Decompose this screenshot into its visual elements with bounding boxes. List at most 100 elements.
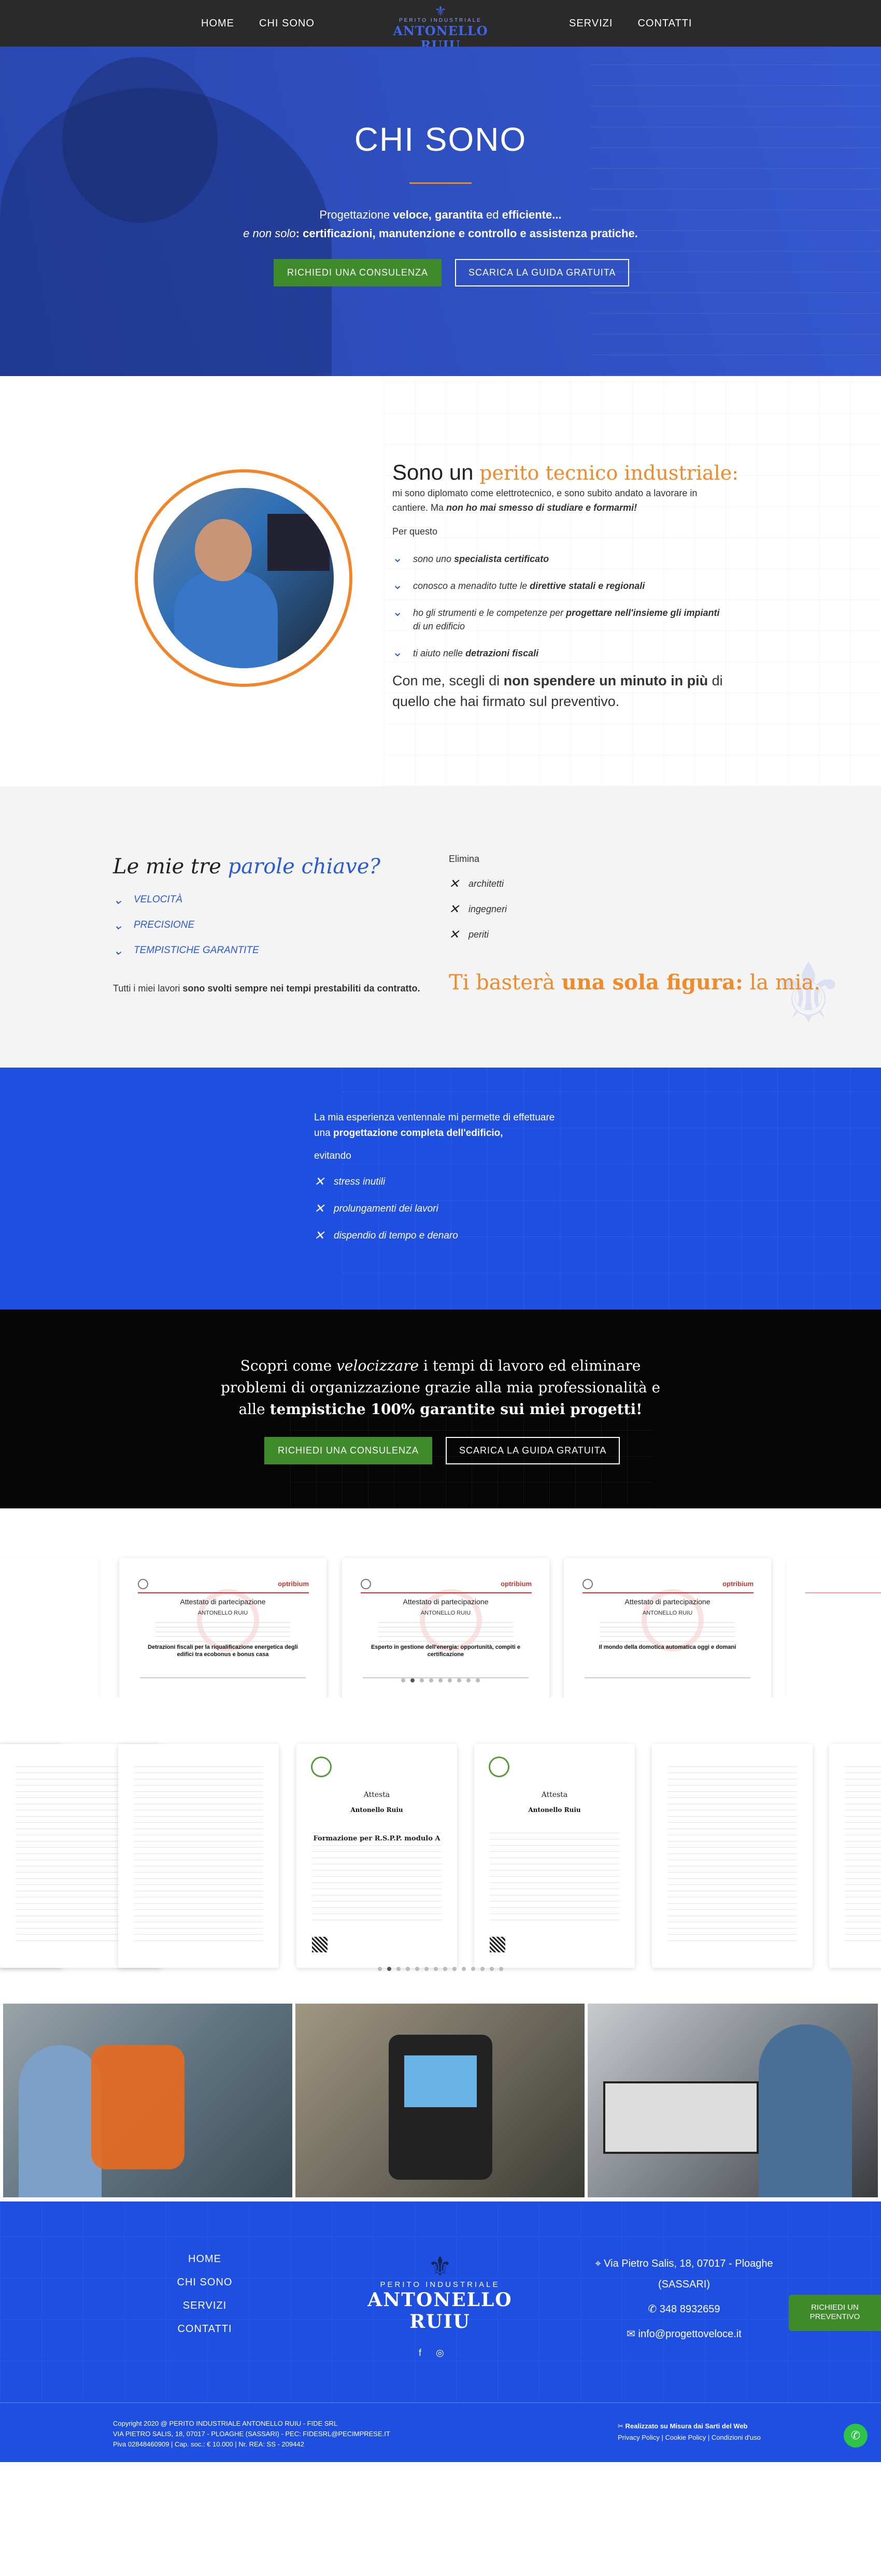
carousel-dot[interactable]: [480, 1967, 485, 1971]
certificates-carousel-2[interactable]: Attesta Antonello Ruiu Formazione per R.…: [0, 1697, 881, 2001]
keywords-tagline: Ti basterà una sola figura: la mia.: [449, 970, 821, 995]
certificates-carousel[interactable]: optribium Attestato di partecipazione AN…: [0, 1508, 881, 1697]
carousel-dot[interactable]: [396, 1967, 401, 1971]
republic-seal-icon: [361, 1579, 371, 1589]
certificate-card[interactable]: Attesta Antonello Ruiu: [474, 1744, 635, 1968]
footer-home-link[interactable]: HOME: [176, 2253, 233, 2265]
experience-band: La mia esperienza ventennale mi permette…: [0, 1068, 881, 1309]
phone[interactable]: ✆ 348 8932659: [575, 2299, 793, 2320]
download-guide-button[interactable]: SCARICA LA GUIDA GRATUITA: [446, 1437, 620, 1464]
nav-servizi-link[interactable]: SERVIZI: [569, 18, 613, 30]
certificate-card[interactable]: [829, 1744, 881, 1968]
request-quote-button[interactable]: RICHIEDI UN PREVENTIVO: [789, 2295, 881, 2331]
email[interactable]: ✉ info@progettoveloce.it: [575, 2324, 793, 2344]
certification-logo-icon: [489, 1757, 509, 1777]
list-item: ⌄ PRECISIONE: [113, 918, 195, 932]
gallery-photo-plotter[interactable]: [588, 2004, 878, 2197]
footer-chi-sono-link[interactable]: CHI SONO: [176, 2277, 233, 2289]
request-consultation-button[interactable]: RICHIEDI UNA CONSULENZA: [274, 259, 442, 286]
mail-icon: ✉: [627, 2328, 638, 2340]
carousel-dot[interactable]: [424, 1967, 429, 1971]
about-section: Sono un perito tecnico industriale: mi s…: [0, 376, 881, 786]
footer: HOME CHI SONO SERVIZI CONTATTI ⚜ PERITO …: [0, 2201, 881, 2402]
footer-contatti-link[interactable]: CONTATTI: [176, 2323, 233, 2335]
list-item: ⌄ ti aiuto nelle detrazioni fiscali: [392, 645, 539, 659]
portrait-photo: [135, 469, 352, 687]
keywords-section: ⚜ Le mie tre parole chiave? ⌄ VELOCITÀ ⌄ P…: [0, 786, 881, 1068]
certificate-card[interactable]: [652, 1744, 813, 1968]
facebook-icon[interactable]: f: [419, 2348, 421, 2358]
carousel-dot[interactable]: [434, 1967, 438, 1971]
carousel-dot[interactable]: [462, 1967, 466, 1971]
nav-chi-sono-link[interactable]: CHI SONO: [259, 18, 315, 30]
certification-logo-icon: [311, 1757, 332, 1777]
footer-servizi-link[interactable]: SERVIZI: [176, 2300, 233, 2312]
policy-links[interactable]: Privacy Policy | Cookie Policy | Condizi…: [618, 2432, 761, 2443]
chevron-down-icon: ⌄: [113, 944, 124, 958]
footer-contacts: ⌖ Via Pietro Salis, 18, 07017 - Ploaghe …: [575, 2253, 793, 2349]
compass-emblem-icon: ⚜: [428, 2252, 452, 2282]
copyright-bar: Copyright 2020 @ PERITO INDUSTRIALE ANTO…: [0, 2402, 881, 2462]
list-item: ✕ dispendio di tempo e denaro: [314, 1229, 458, 1243]
certificate-card[interactable]: [118, 1744, 279, 1968]
keywords-footline: Tutti i miei lavori sono svolti sempre n…: [113, 983, 420, 994]
request-consultation-button[interactable]: RICHIEDI UNA CONSULENZA: [264, 1437, 433, 1464]
download-guide-button[interactable]: SCARICA LA GUIDA GRATUITA: [455, 259, 630, 286]
address: ⌖ Via Pietro Salis, 18, 07017 - Ploaghe …: [595, 2258, 773, 2290]
about-intro: mi sono diplomato come elettrotecnico, e…: [392, 488, 698, 513]
close-icon: ✕: [314, 1229, 325, 1243]
nav-contatti-link[interactable]: CONTATTI: [637, 18, 692, 30]
carousel-dot[interactable]: [476, 1678, 480, 1682]
close-icon: ✕: [314, 1175, 325, 1189]
carousel-dot[interactable]: [471, 1967, 475, 1971]
tailor-logo-icon: ✂: [618, 2422, 626, 2430]
list-item: ⌄ ho gli strumenti e le competenze per pr…: [392, 605, 720, 632]
compass-emblem-icon: ⚜: [434, 3, 447, 19]
instagram-icon[interactable]: ◎: [436, 2348, 444, 2358]
carousel-dot[interactable]: [401, 1678, 405, 1682]
nav-left-group: HOME CHI SONO: [201, 0, 315, 47]
carousel-dot[interactable]: [448, 1678, 452, 1682]
carousel-dot[interactable]: [415, 1967, 419, 1971]
footer-logo[interactable]: ⚜ PERITO INDUSTRIALE ANTONELLO RUIU: [339, 2253, 541, 2333]
elimina-list: ✕ architetti ✕ ingegneri ✕ periti: [449, 877, 507, 955]
carousel-dot[interactable]: [406, 1967, 410, 1971]
credits: ✂ Realizzato su Misura dai Sarti del Web…: [618, 2421, 761, 2443]
carousel-dot[interactable]: [378, 1967, 382, 1971]
list-item: ⌄ TEMPISTICHE GARANTITE: [113, 944, 259, 958]
carousel-dot[interactable]: [490, 1967, 494, 1971]
nav-home-link[interactable]: HOME: [201, 18, 234, 30]
carousel-dots: [0, 1676, 881, 1685]
carousel-dot[interactable]: [438, 1678, 443, 1682]
carousel-dot[interactable]: [429, 1678, 433, 1682]
list-item: ✕ stress inutili: [314, 1175, 386, 1189]
hero-subtitle-2: e non solo: certificazioni, manutenzione…: [243, 227, 638, 240]
social-links: f ◎: [419, 2348, 444, 2358]
close-icon: ✕: [314, 1202, 325, 1216]
close-icon: ✕: [449, 877, 460, 891]
site-logo[interactable]: ⚜ PERITO INDUSTRIALE ANTONELLO RUIU: [381, 3, 500, 53]
cta-text: Scopri come velocizzare i tempi di lavor…: [220, 1357, 661, 1418]
carousel-dot[interactable]: [499, 1967, 503, 1971]
whatsapp-icon[interactable]: ✆: [844, 2424, 868, 2448]
carousel-dot[interactable]: [466, 1678, 471, 1682]
top-navbar: HOME CHI SONO ⚜ PERITO INDUSTRIALE ANTON…: [0, 0, 881, 53]
gallery-photo-thermal-camera[interactable]: [3, 2004, 292, 2197]
carousel-dot[interactable]: [387, 1967, 391, 1971]
carousel-dot[interactable]: [457, 1678, 461, 1682]
hero-title: CHI SONO: [354, 121, 527, 158]
about-list: ⌄ sono uno specialista certificato ⌄ conos…: [392, 552, 724, 673]
list-item: ⌄ conosco a menadito tutte le direttive s…: [392, 578, 645, 592]
hero-divider: [409, 182, 472, 184]
qr-code-icon: [490, 1937, 505, 1952]
carousel-dot[interactable]: [452, 1967, 457, 1971]
carousel-dot[interactable]: [410, 1678, 415, 1682]
about-per-questo: Per questo: [392, 526, 438, 537]
gallery-photo-multimeter[interactable]: [295, 2004, 585, 2197]
carousel-dot[interactable]: [420, 1678, 424, 1682]
carousel-dot[interactable]: [443, 1967, 447, 1971]
phone-icon: ✆: [648, 2304, 660, 2315]
list-item: ✕ ingegneri: [449, 902, 507, 916]
copyright-text: Copyright 2020 @ PERITO INDUSTRIALE ANTO…: [113, 2420, 390, 2448]
certificate-card[interactable]: Attesta Antonello Ruiu Formazione per R.…: [296, 1744, 457, 1968]
